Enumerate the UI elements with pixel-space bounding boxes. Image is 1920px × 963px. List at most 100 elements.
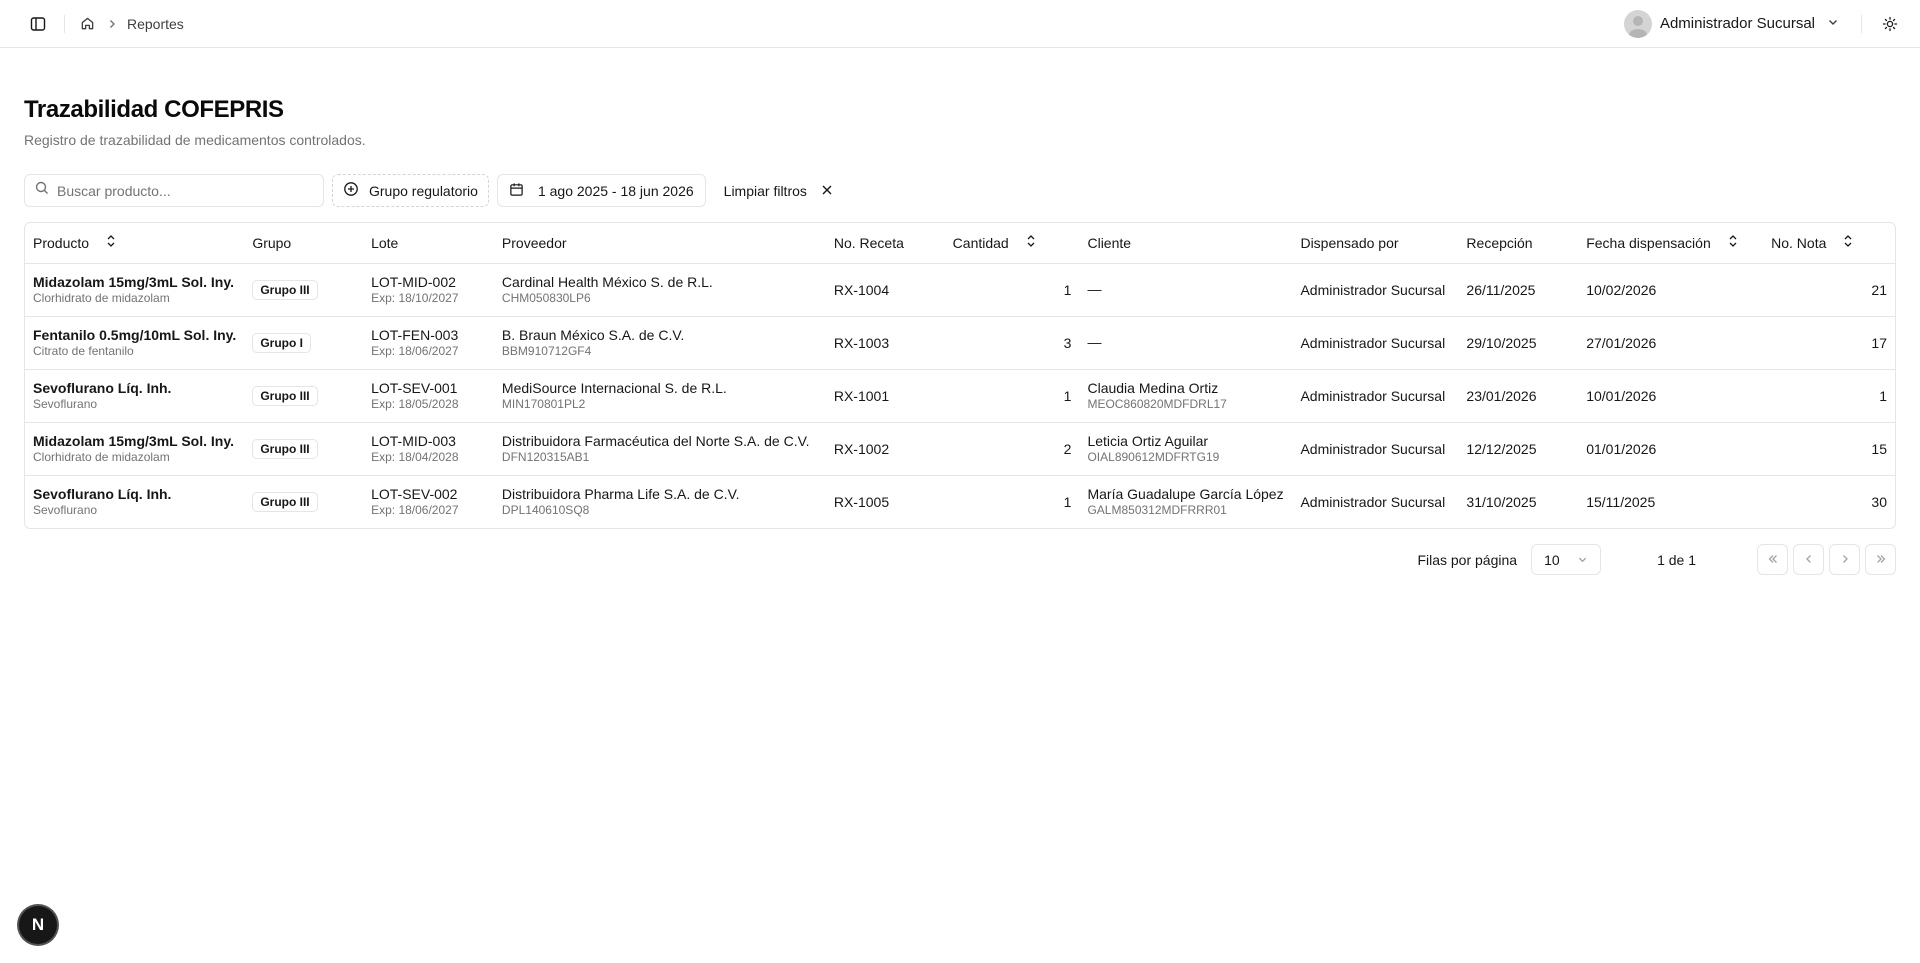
chevrons-left-icon xyxy=(1767,552,1779,568)
column-header-nota[interactable]: No. Nota xyxy=(1763,223,1895,264)
cell-reception: 26/11/2025 xyxy=(1458,263,1579,317)
cell-dispense-date: 10/02/2026 xyxy=(1578,263,1764,317)
chevron-down-icon xyxy=(1577,552,1588,568)
table-row[interactable]: Sevoflurano Líq. Inh. Sevoflurano Grupo I… xyxy=(25,369,1895,423)
cell-dispense-date: 01/01/2026 xyxy=(1578,422,1764,476)
theme-toggle-sun-icon[interactable] xyxy=(1876,10,1904,38)
cell-note: 17 xyxy=(1763,316,1895,370)
cell-lot: LOT-SEV-002 Exp: 18/06/2027 xyxy=(371,485,459,517)
cell-supplier: Cardinal Health México S. de R.L. CHM0508… xyxy=(493,263,826,317)
page-title: Trazabilidad COFEPRIS xyxy=(24,96,284,123)
main-content: Trazabilidad COFEPRIS Registro de trazab… xyxy=(0,96,1920,575)
cell-client: — xyxy=(1079,263,1293,317)
pagination: Filas por página 10 1 de 1 xyxy=(24,544,1896,575)
group-badge: Grupo III xyxy=(252,279,318,300)
group-filter-label: Grupo regulatorio xyxy=(369,182,478,199)
cell-reception: 29/10/2025 xyxy=(1458,316,1579,370)
cell-group: Grupo III xyxy=(244,422,364,476)
rows-per-page-value: 10 xyxy=(1544,551,1560,568)
page-info: 1 de 1 xyxy=(1657,551,1696,568)
cell-note: 30 xyxy=(1871,493,1887,510)
sort-icon[interactable] xyxy=(1727,234,1739,251)
cell-note: 21 xyxy=(1763,263,1895,317)
table-row[interactable]: Midazolam 15mg/3mL Sol. Iny. Clorhidrato … xyxy=(25,263,1895,317)
sort-icon[interactable] xyxy=(1842,234,1854,251)
cell-product: Midazolam 15mg/3mL Sol. Iny. Clorhidrato … xyxy=(25,263,245,317)
cell-quantity: 2 xyxy=(944,422,1080,476)
search-icon xyxy=(35,181,49,200)
breadcrumb: Reportes xyxy=(77,14,184,34)
cell-supplier: MediSource Internacional S. de R.L. MIN17… xyxy=(493,369,826,423)
chevrons-right-icon xyxy=(1875,552,1887,568)
column-header-grupo: Grupo xyxy=(244,223,364,264)
page-subtitle: Registro de trazabilidad de medicamentos… xyxy=(24,132,366,148)
first-page-button[interactable] xyxy=(1757,544,1788,575)
user-menu[interactable]: Administrador Sucursal xyxy=(1623,9,1843,38)
previous-page-button[interactable] xyxy=(1793,544,1824,575)
table-row[interactable]: Fentanilo 0.5mg/10mL Sol. Iny. Citrato de… xyxy=(25,316,1895,370)
sort-icon[interactable] xyxy=(105,234,117,251)
cell-prescription: RX-1003 xyxy=(825,316,945,370)
filter-bar: Grupo regulatorio 1 ago 2025 - 18 jun 20… xyxy=(24,174,1896,207)
avatar xyxy=(1623,9,1652,38)
cell-group: Grupo III xyxy=(244,263,364,317)
table-header-row: Producto Grupo Lote Proveedor No. Receta… xyxy=(25,223,1895,264)
cell-supplier: Distribuidora Farmacéutica del Norte S.A… xyxy=(493,422,826,476)
chevron-right-icon xyxy=(1839,552,1851,568)
cell-dispense-date: 27/01/2026 xyxy=(1578,316,1764,370)
cell-dispensed-by: Administrador Sucursal xyxy=(1300,493,1446,510)
cell-dispense-date: 15/11/2025 xyxy=(1586,493,1656,510)
search-input[interactable] xyxy=(57,182,313,199)
cell-supplier: Distribuidora Pharma Life S.A. de C.V. DP… xyxy=(501,485,740,517)
cell-prescription: RX-1001 xyxy=(825,369,945,423)
cell-quantity: 1 xyxy=(1063,493,1072,510)
date-range-button[interactable]: 1 ago 2025 - 18 jun 2026 xyxy=(496,174,706,207)
cell-prescription: RX-1002 xyxy=(825,422,945,476)
table-row[interactable]: Midazolam 15mg/3mL Sol. Iny. Clorhidrato … xyxy=(25,422,1895,476)
column-header-dispensado: Dispensado por xyxy=(1292,223,1459,264)
top-bar: Reportes Administrador Sucursal xyxy=(0,0,1920,48)
table-row[interactable]: Sevoflurano Líq. Inh. Sevoflurano Grupo I… xyxy=(25,475,1895,528)
home-icon[interactable] xyxy=(77,14,97,34)
dev-tools-button[interactable]: N xyxy=(19,906,57,944)
column-header-lote: Lote xyxy=(363,223,494,264)
next-page-button[interactable] xyxy=(1829,544,1860,575)
breadcrumb-current[interactable]: Reportes xyxy=(127,16,184,32)
last-page-button[interactable] xyxy=(1865,544,1896,575)
clear-filters-button[interactable]: Limpiar filtros xyxy=(714,174,843,207)
user-name: Administrador Sucursal xyxy=(1659,15,1815,32)
calendar-icon xyxy=(509,182,524,200)
cell-group: Grupo III xyxy=(244,475,363,528)
chevron-right-icon xyxy=(107,16,117,32)
divider xyxy=(64,14,65,33)
cell-client: Leticia Ortiz Aguilar OIAL890612MDFRTG19 xyxy=(1079,422,1293,476)
group-badge: Grupo I xyxy=(252,332,311,353)
cell-group: Grupo III xyxy=(244,369,364,423)
group-badge: Grupo III xyxy=(252,438,318,459)
cell-prescription: RX-1004 xyxy=(825,263,945,317)
cell-dispensed-by: Administrador Sucursal xyxy=(1292,369,1459,423)
search-box[interactable] xyxy=(24,174,324,207)
cell-reception: 12/12/2025 xyxy=(1458,422,1579,476)
cell-supplier: B. Braun México S.A. de C.V. BBM910712GF4 xyxy=(493,316,826,370)
column-header-fecha-dispensacion[interactable]: Fecha dispensación xyxy=(1578,223,1764,264)
column-header-producto[interactable]: Producto xyxy=(25,223,245,264)
cell-product: Sevoflurano Líq. Inh. Sevoflurano xyxy=(33,485,172,517)
chevron-down-icon xyxy=(1827,15,1839,32)
cell-quantity: 3 xyxy=(944,316,1080,370)
cell-group: Grupo I xyxy=(244,316,364,370)
cell-dispense-date: 10/01/2026 xyxy=(1578,369,1764,423)
sort-icon[interactable] xyxy=(1025,234,1037,251)
cell-note: 1 xyxy=(1763,369,1895,423)
cell-lot: LOT-MID-003 Exp: 18/04/2028 xyxy=(363,422,494,476)
sidebar-toggle-icon[interactable] xyxy=(24,10,52,38)
cell-product: Fentanilo 0.5mg/10mL Sol. Iny. Citrato de… xyxy=(25,316,245,370)
column-header-cantidad[interactable]: Cantidad xyxy=(944,223,1080,264)
column-header-cliente: Cliente xyxy=(1079,223,1293,264)
cell-quantity: 1 xyxy=(944,263,1080,317)
column-header-receta: No. Receta xyxy=(825,223,945,264)
rows-per-page-select[interactable]: 10 xyxy=(1531,544,1602,575)
group-filter-button[interactable]: Grupo regulatorio xyxy=(332,174,489,207)
cell-dispensed-by: Administrador Sucursal xyxy=(1292,263,1459,317)
cell-dispensed-by: Administrador Sucursal xyxy=(1292,316,1459,370)
